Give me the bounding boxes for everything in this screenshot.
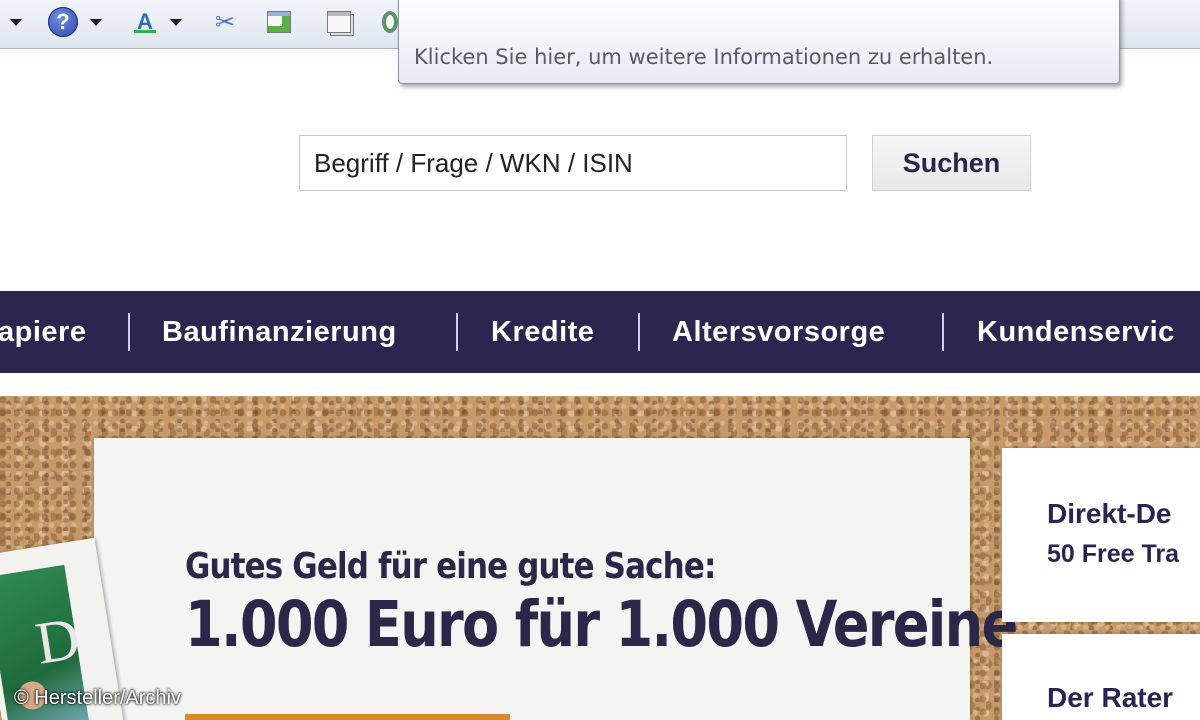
promo-button-edge[interactable] xyxy=(185,714,510,720)
image-credit: © Hersteller/Archiv xyxy=(14,687,181,709)
main-navigation: apiere Baufinanzierung Kredite Altersvor… xyxy=(0,291,1200,373)
photo-letter: D xyxy=(31,604,85,677)
help-icon[interactable]: ? xyxy=(46,6,80,38)
help-dropdown-arrow-icon[interactable] xyxy=(88,6,104,38)
nav-divider xyxy=(128,313,130,351)
nav-item-kredite[interactable]: Kredite xyxy=(491,291,594,373)
nav-divider xyxy=(456,313,458,351)
nav-item-wertpapiere[interactable]: apiere xyxy=(0,291,86,373)
search-button[interactable]: Suchen xyxy=(872,135,1031,191)
side-card-title: Der Rater xyxy=(1047,682,1174,713)
promo-subtitle: Gutes Geld für eine gute Sache: xyxy=(185,546,716,587)
font-size-icon[interactable]: A xyxy=(128,6,162,38)
search-input[interactable] xyxy=(299,135,847,191)
print-icon[interactable] xyxy=(322,6,356,38)
dropdown-arrow-icon[interactable] xyxy=(8,6,24,38)
nav-divider xyxy=(638,313,640,351)
info-tooltip[interactable]: Klicken Sie hier, um weitere Information… xyxy=(398,0,1120,84)
promo-banner[interactable]: Gutes Geld für eine gute Sache: 1.000 Eu… xyxy=(0,396,1200,720)
nav-item-kundenservice[interactable]: Kundenservic xyxy=(977,291,1175,373)
nav-item-altersvorsorge[interactable]: Altersvorsorge xyxy=(672,291,885,373)
tools-icon[interactable]: ✂ xyxy=(210,6,240,38)
side-card-text: 50 Free Tra xyxy=(1047,540,1180,568)
side-card-ratenkredit[interactable]: Der Rater xyxy=(1002,634,1200,720)
tooltip-text[interactable]: Klicken Sie hier, um weitere Information… xyxy=(414,45,993,69)
nav-item-baufinanzierung[interactable]: Baufinanzierung xyxy=(162,291,397,373)
nav-divider xyxy=(942,313,944,351)
globe-icon[interactable] xyxy=(380,6,400,38)
side-card-title: Direkt-De xyxy=(1047,498,1172,529)
promo-paper-note[interactable]: Gutes Geld für eine gute Sache: 1.000 Eu… xyxy=(94,438,1018,720)
new-window-icon[interactable] xyxy=(262,6,296,38)
promo-title: 1.000 Euro für 1.000 Vereine xyxy=(185,588,1018,661)
side-card-direkt-depot[interactable]: Direkt-De 50 Free Tra xyxy=(1002,448,1200,622)
font-dropdown-arrow-icon[interactable] xyxy=(168,6,184,38)
